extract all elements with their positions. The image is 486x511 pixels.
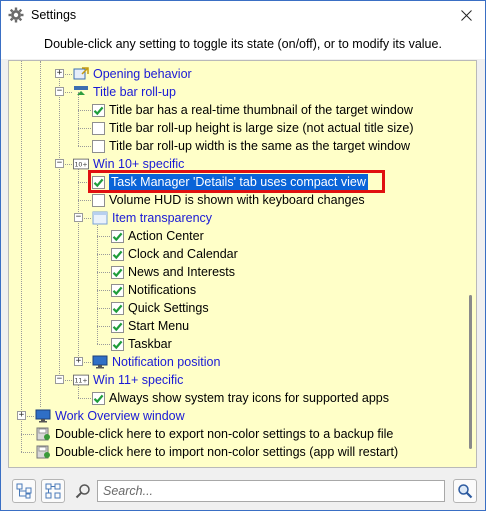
search-button[interactable]: [453, 479, 477, 503]
tree-setting-item[interactable]: Title bar roll-up height is large size (…: [9, 119, 462, 137]
settings-window: Settings Double-click any setting to tog…: [0, 0, 486, 511]
checkbox-checked[interactable]: [111, 229, 124, 243]
tree-group-node[interactable]: Opening behavior: [9, 65, 462, 83]
tree-item-label: Title bar roll-up: [93, 85, 176, 99]
checkbox-unchecked[interactable]: [92, 193, 105, 207]
tree-setting-item[interactable]: Always show system tray icons for suppor…: [9, 389, 462, 407]
checkbox-checked[interactable]: [111, 319, 124, 333]
checkbox-checked[interactable]: [111, 337, 124, 351]
checkbox-unchecked[interactable]: [92, 139, 105, 153]
tree-setting-item[interactable]: Volume HUD is shown with keyboard change…: [9, 191, 462, 209]
svg-text:11+: 11+: [74, 378, 87, 385]
tree-item-label: Clock and Calendar: [128, 247, 238, 261]
tree-item-label: Title bar has a real-time thumbnail of t…: [109, 103, 413, 117]
tree-setting-item[interactable]: Clock and Calendar: [9, 245, 462, 263]
tree-item-label: Title bar roll-up height is large size (…: [109, 121, 414, 135]
tree-action-item[interactable]: Double-click here to import non-color se…: [9, 443, 462, 461]
monitor-icon: [92, 355, 108, 369]
tree-setting-item[interactable]: Action Center: [9, 227, 462, 245]
tree-item-label: Work Overview window: [55, 409, 185, 423]
tree-item-label: Item transparency: [112, 211, 213, 225]
tree-group-node[interactable]: Work Overview window: [9, 407, 462, 425]
tree-item-label: Start Menu: [128, 319, 190, 333]
tree-item-label: Double-click here to import non-color se…: [55, 445, 399, 459]
gear-icon: [8, 7, 24, 23]
tree-item-label: Opening behavior: [93, 67, 192, 81]
expand-icon[interactable]: +: [74, 357, 83, 366]
tree-item-label: Win 10+ specific: [93, 157, 185, 171]
collapse-icon[interactable]: −: [55, 159, 64, 168]
tree-item-label: Task Manager 'Details' tab uses compact …: [109, 174, 368, 190]
tree-setting-item[interactable]: Start Menu: [9, 317, 462, 335]
tree-group-node[interactable]: 10+ Win 10+ specific: [9, 155, 462, 173]
roll-up-icon: [73, 85, 89, 99]
transparency-icon: [92, 211, 108, 225]
checkbox-checked[interactable]: [111, 247, 124, 261]
bottom-toolbar: [1, 473, 485, 509]
title-bar: Settings: [1, 1, 485, 29]
checkbox-checked[interactable]: [92, 175, 105, 189]
tree-item-label: Double-click here to export non-color se…: [55, 427, 394, 441]
collapse-icon[interactable]: −: [55, 87, 64, 96]
collapse-icon[interactable]: −: [74, 213, 83, 222]
checkbox-checked[interactable]: [92, 391, 105, 405]
vertical-scrollbar[interactable]: [469, 67, 473, 461]
search-input[interactable]: [97, 480, 445, 502]
search-go-icon: [458, 484, 473, 499]
settings-tree[interactable]: Opening behavior + Title bar roll-up − Title…: [8, 60, 477, 468]
tree-setting-item[interactable]: Title bar has a real-time thumbnail of t…: [9, 101, 462, 119]
window-open-icon: [73, 67, 89, 81]
search-icon: [75, 483, 91, 499]
backup-disk-icon: [35, 427, 51, 441]
tree-item-label: Notifications: [128, 283, 197, 297]
tree-item-label: Volume HUD is shown with keyboard change…: [109, 193, 365, 207]
tree-expand-icon: [16, 483, 32, 499]
expand-icon[interactable]: +: [17, 411, 26, 420]
collapse-all-button[interactable]: [41, 479, 65, 503]
tree-item-label: Notification position: [112, 355, 221, 369]
instructions-text: Double-click any setting to toggle its s…: [1, 29, 485, 59]
checkbox-checked[interactable]: [92, 103, 105, 117]
backup-disk-icon: [35, 445, 51, 459]
tree-group-node[interactable]: Title bar roll-up: [9, 83, 462, 101]
tree-setting-item[interactable]: Title bar roll-up width is the same as t…: [9, 137, 462, 155]
scroll-thumb[interactable]: [469, 295, 472, 449]
collapse-icon[interactable]: −: [55, 375, 64, 384]
checkbox-checked[interactable]: [111, 265, 124, 279]
window-title: Settings: [31, 8, 77, 22]
close-icon: [460, 9, 472, 21]
svg-text:10+: 10+: [74, 162, 87, 169]
tree-setting-item[interactable]: Quick Settings: [9, 299, 462, 317]
tree-item-label: Quick Settings: [128, 301, 209, 315]
tree-item-label: Always show system tray icons for suppor…: [109, 391, 389, 405]
win-badge-icon: 11+: [73, 373, 89, 387]
win-badge-icon: 10+: [73, 157, 89, 171]
tree-setting-item[interactable]: News and Interests: [9, 263, 462, 281]
tree-item-label: Taskbar: [128, 337, 172, 351]
tree-action-item[interactable]: Double-click here to export non-color se…: [9, 425, 462, 443]
monitor-icon: [35, 409, 51, 423]
tree-collapse-icon: [45, 483, 61, 499]
tree-setting-item[interactable]: Task Manager 'Details' tab uses compact …: [9, 173, 462, 191]
tree-item-label: Title bar roll-up width is the same as t…: [109, 139, 411, 153]
expand-all-button[interactable]: [12, 479, 36, 503]
expand-icon[interactable]: +: [55, 69, 64, 78]
checkbox-checked[interactable]: [111, 283, 124, 297]
tree-item-label: Win 11+ specific: [93, 373, 184, 387]
tree-setting-item[interactable]: Taskbar: [9, 335, 462, 353]
tree-item-label: Action Center: [128, 229, 204, 243]
tree-item-label: News and Interests: [128, 265, 235, 279]
checkbox-checked[interactable]: [111, 301, 124, 315]
tree-setting-item[interactable]: Notifications: [9, 281, 462, 299]
tree-group-node[interactable]: 11+ Win 11+ specific: [9, 371, 462, 389]
close-button[interactable]: [447, 1, 485, 29]
checkbox-unchecked[interactable]: [92, 121, 105, 135]
